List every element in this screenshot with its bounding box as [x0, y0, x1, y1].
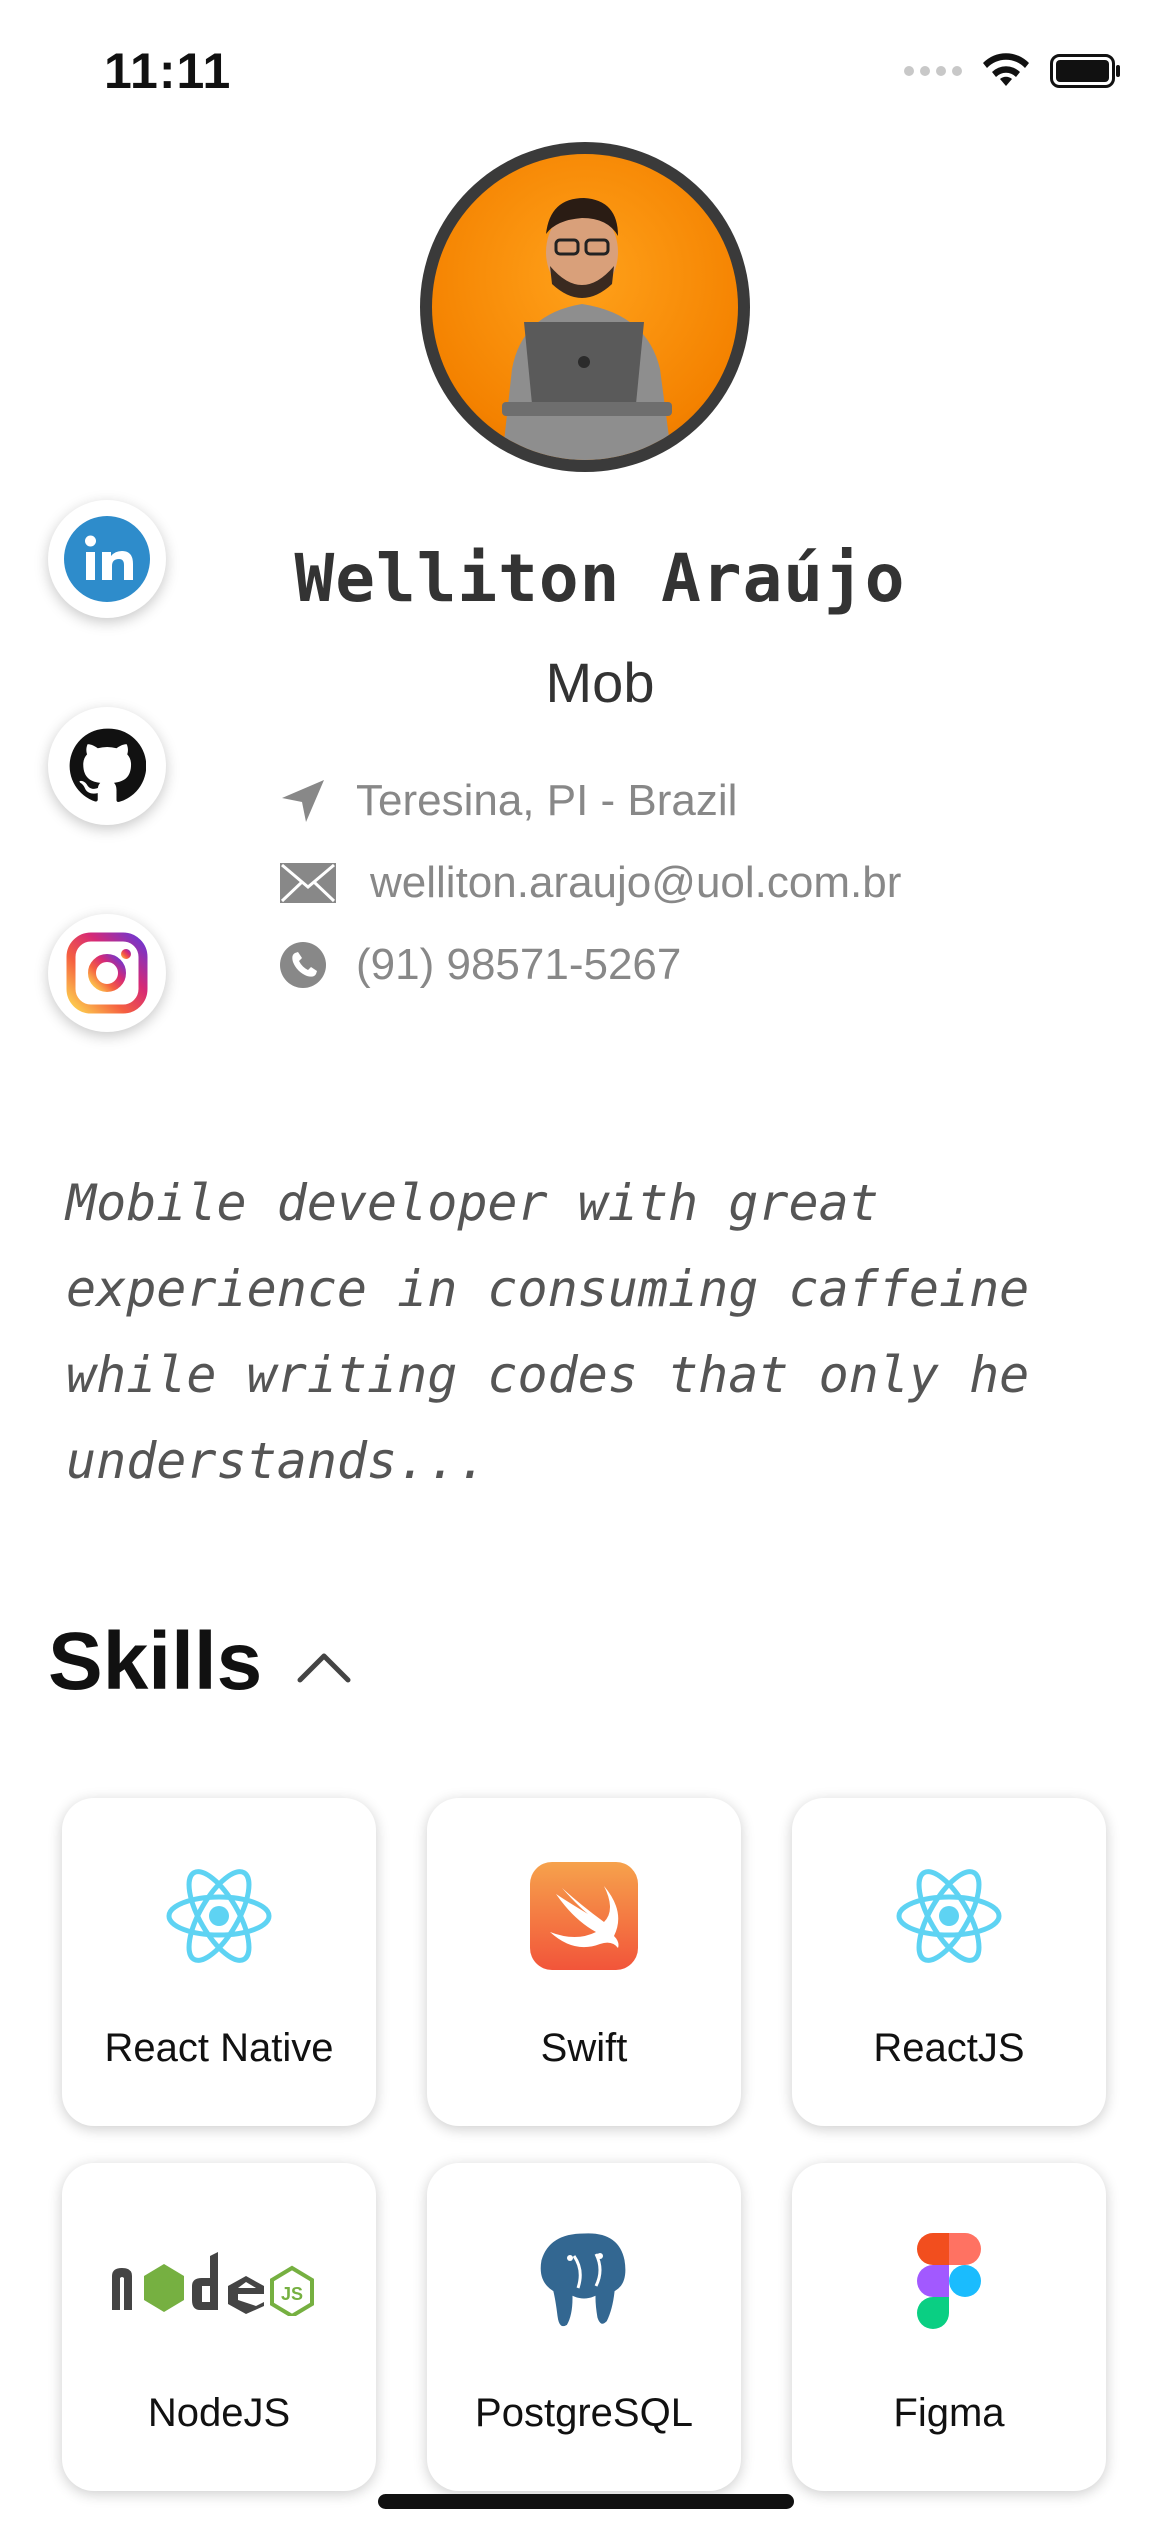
profile-role: Mob: [545, 651, 655, 714]
avatar-photo: [432, 154, 738, 460]
avatar: [420, 142, 750, 472]
skill-label: PostgreSQL: [475, 2391, 693, 2435]
phone-row[interactable]: (91) 98571-5267: [280, 940, 681, 990]
react-icon: [166, 1869, 272, 1963]
skill-card-figma[interactable]: Figma: [792, 2163, 1106, 2491]
instagram-icon: [66, 932, 148, 1014]
status-bar: 11:11: [0, 0, 1170, 150]
signal-icon: [904, 66, 962, 76]
chevron-up-icon[interactable]: [296, 1646, 352, 1686]
profile-name: Welliton Araújo: [294, 540, 906, 617]
skill-card-react-native[interactable]: React Native: [62, 1798, 376, 2126]
phone-text[interactable]: (91) 98571-5267: [356, 940, 681, 990]
github-icon: [69, 728, 146, 802]
location-text: Teresina, PI - Brazil: [356, 776, 738, 825]
home-indicator[interactable]: [378, 2494, 794, 2509]
skills-title: Skills: [48, 1616, 263, 1707]
skill-label: ReactJS: [873, 2026, 1025, 2070]
skill-card-nodejs[interactable]: JS NodeJS: [62, 2163, 376, 2491]
location-row: Teresina, PI - Brazil: [280, 776, 737, 826]
skill-card-postgresql[interactable]: PostgreSQL: [427, 2163, 741, 2491]
skill-card-reactjs[interactable]: ReactJS: [792, 1798, 1106, 2126]
skill-card-swift[interactable]: Swift: [427, 1798, 741, 2126]
bio-text: Mobile developer with great experience i…: [66, 1174, 1030, 1490]
svg-text:JS: JS: [281, 2284, 303, 2304]
skill-label: Figma: [893, 2391, 1005, 2435]
email-row[interactable]: welliton.araujo@uol.com.br: [280, 858, 901, 908]
status-time: 11:11: [104, 43, 232, 99]
skill-label: NodeJS: [147, 2391, 291, 2435]
instagram-button[interactable]: [48, 914, 166, 1032]
skills-header[interactable]: Skills: [48, 1615, 352, 1709]
nodejs-icon: JS: [112, 2252, 314, 2316]
envelope-icon: [280, 863, 336, 903]
wifi-icon: [983, 53, 1029, 86]
skill-label: Swift: [540, 2026, 628, 2070]
status-icons: [904, 52, 1122, 90]
battery-icon: [1050, 54, 1120, 88]
skill-label: React Native: [104, 2026, 334, 2070]
email-text[interactable]: welliton.araujo@uol.com.br: [370, 858, 901, 908]
location-arrow-icon: [282, 780, 324, 822]
postgresql-icon: [537, 2230, 629, 2330]
github-button[interactable]: [48, 707, 166, 825]
figma-icon: [917, 2233, 981, 2329]
swift-icon: [530, 1862, 638, 1970]
react-icon: [896, 1869, 1002, 1963]
phone-icon: [280, 942, 326, 988]
